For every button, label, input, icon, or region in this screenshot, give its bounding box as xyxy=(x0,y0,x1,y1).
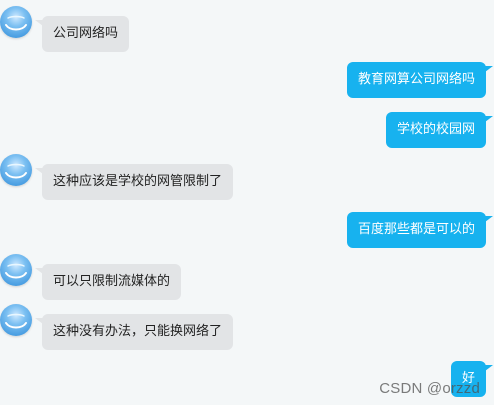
whale-avatar-icon[interactable] xyxy=(0,154,32,186)
message-outgoing: 百度那些都是可以的 xyxy=(346,212,494,248)
message-incoming: 这种应该是学校的网管限制了 xyxy=(0,154,234,200)
whale-avatar-icon[interactable] xyxy=(0,6,32,38)
message-incoming: 可以只限制流媒体的 xyxy=(0,254,182,300)
message-incoming: 这种没有办法，只能换网络了 xyxy=(0,304,234,350)
message-outgoing: 教育网算公司网络吗 xyxy=(346,62,494,98)
message-incoming: 公司网络吗 xyxy=(0,6,130,52)
watermark: CSDN @orzzd xyxy=(379,380,480,397)
message-bubble[interactable]: 学校的校园网 xyxy=(385,112,494,148)
message-bubble[interactable]: 这种应该是学校的网管限制了 xyxy=(34,164,234,200)
message-bubble[interactable]: 可以只限制流媒体的 xyxy=(34,264,182,300)
whale-avatar-icon[interactable] xyxy=(0,304,32,336)
whale-avatar-icon[interactable] xyxy=(0,254,32,286)
message-bubble[interactable]: 百度那些都是可以的 xyxy=(346,212,494,248)
message-outgoing: 学校的校园网 xyxy=(385,112,494,148)
message-bubble[interactable]: 教育网算公司网络吗 xyxy=(346,62,494,98)
message-bubble[interactable]: 这种没有办法，只能换网络了 xyxy=(34,314,234,350)
message-bubble[interactable]: 公司网络吗 xyxy=(34,16,130,52)
chat-area: 公司网络吗 教育网算公司网络吗 学校的校园网 这种应该是学校的网管限制了 百度那… xyxy=(0,0,494,405)
